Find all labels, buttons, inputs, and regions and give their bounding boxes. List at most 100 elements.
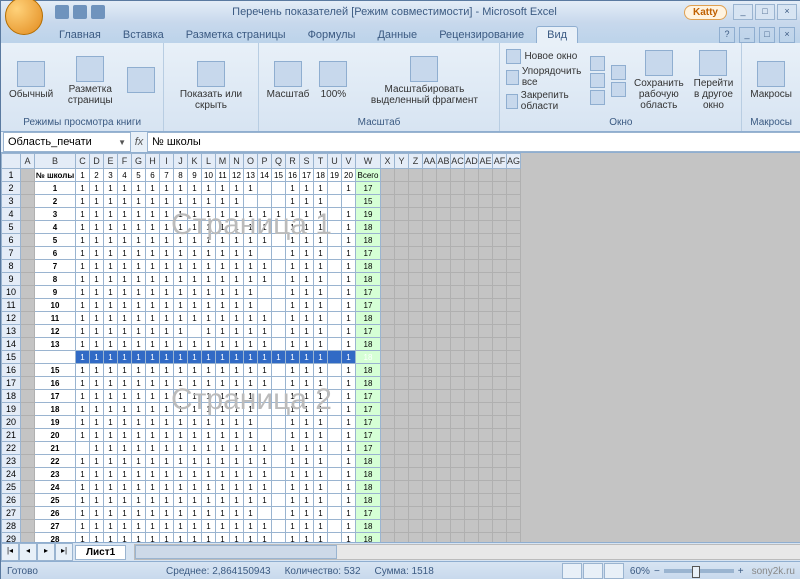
cell[interactable] — [328, 468, 342, 481]
cell[interactable] — [328, 338, 342, 351]
cell[interactable]: 1 — [244, 455, 258, 468]
qat-undo-icon[interactable] — [73, 5, 87, 19]
cell[interactable]: 11 — [35, 312, 76, 325]
cell[interactable]: 1 — [76, 481, 90, 494]
cell[interactable]: 1 — [216, 455, 230, 468]
cell[interactable]: 1 — [174, 377, 188, 390]
cell[interactable]: 1 — [90, 429, 104, 442]
cell[interactable]: 1 — [104, 234, 118, 247]
cell[interactable]: 1 — [118, 260, 132, 273]
cell[interactable]: 1 — [272, 208, 286, 221]
cell[interactable]: 1 — [160, 416, 174, 429]
cell[interactable] — [328, 195, 342, 208]
maximize-button[interactable]: □ — [755, 4, 775, 20]
cell[interactable]: 1 — [286, 390, 300, 403]
view-normal-button[interactable] — [562, 563, 582, 579]
tab-6[interactable]: Вид — [536, 26, 578, 43]
col-header[interactable]: L — [202, 154, 216, 169]
col-header[interactable]: C — [76, 154, 90, 169]
cell[interactable]: 1 — [118, 247, 132, 260]
cell[interactable]: 1 — [216, 260, 230, 273]
cell[interactable]: 1 — [286, 377, 300, 390]
cell[interactable]: 1 — [160, 338, 174, 351]
cell[interactable]: 19 — [35, 416, 76, 429]
row-header[interactable]: 20 — [2, 416, 21, 429]
sync-scroll-button[interactable] — [611, 65, 626, 80]
cell[interactable]: 18 — [356, 273, 381, 286]
cell[interactable]: 1 — [160, 364, 174, 377]
cell[interactable] — [342, 195, 356, 208]
cell[interactable]: 1 — [104, 260, 118, 273]
sheet-tab[interactable]: Лист1 — [75, 545, 126, 560]
cell[interactable]: 1 — [314, 299, 328, 312]
cell[interactable]: 18 — [356, 377, 381, 390]
cell[interactable]: 1 — [146, 182, 160, 195]
cell[interactable]: 1 — [202, 299, 216, 312]
row-header[interactable]: 29 — [2, 533, 21, 543]
cell[interactable]: 1 — [118, 533, 132, 543]
tab-0[interactable]: Главная — [49, 27, 111, 43]
cell[interactable]: 2 — [90, 169, 104, 182]
cell[interactable]: 1 — [286, 520, 300, 533]
cell[interactable]: 17 — [356, 325, 381, 338]
cell[interactable]: 1 — [202, 481, 216, 494]
cell[interactable]: 1 — [314, 221, 328, 234]
row-header[interactable]: 14 — [2, 338, 21, 351]
cell[interactable]: 1 — [146, 195, 160, 208]
cell[interactable]: 1 — [216, 481, 230, 494]
cell[interactable]: 18 — [356, 234, 381, 247]
cell[interactable]: 1 — [160, 481, 174, 494]
cell[interactable]: 1 — [76, 273, 90, 286]
cell[interactable]: 1 — [314, 364, 328, 377]
cell[interactable]: 1 — [244, 442, 258, 455]
row-header[interactable]: 22 — [2, 442, 21, 455]
cell[interactable]: 1 — [244, 390, 258, 403]
cell[interactable]: 1 — [160, 494, 174, 507]
cell[interactable]: 19 — [356, 208, 381, 221]
cell[interactable]: 1 — [76, 377, 90, 390]
cell[interactable]: 1 — [300, 351, 314, 364]
cell[interactable]: 1 — [202, 403, 216, 416]
cell[interactable]: 13 — [244, 169, 258, 182]
cell[interactable]: 1 — [342, 416, 356, 429]
cell[interactable]: 1 — [202, 208, 216, 221]
cell[interactable]: 1 — [90, 182, 104, 195]
cell[interactable]: 1 — [118, 416, 132, 429]
cell[interactable]: 27 — [35, 520, 76, 533]
cell[interactable]: 1 — [90, 325, 104, 338]
cell[interactable]: 1 — [76, 299, 90, 312]
hide-button[interactable] — [590, 73, 605, 88]
cell[interactable]: 1 — [174, 390, 188, 403]
cell[interactable]: 1 — [104, 195, 118, 208]
cell[interactable]: 1 — [174, 520, 188, 533]
cell[interactable]: 4 — [118, 169, 132, 182]
cell[interactable]: 19 — [328, 169, 342, 182]
cell[interactable]: 1 — [146, 429, 160, 442]
cell[interactable]: 1 — [174, 455, 188, 468]
cell[interactable]: 1 — [146, 455, 160, 468]
cell[interactable]: 1 — [160, 468, 174, 481]
col-header[interactable]: F — [118, 154, 132, 169]
cell[interactable]: 1 — [300, 455, 314, 468]
cell[interactable]: 1 — [146, 273, 160, 286]
cell[interactable]: 1 — [314, 494, 328, 507]
cell[interactable] — [272, 494, 286, 507]
cell[interactable]: 1 — [216, 507, 230, 520]
cell[interactable]: 18 — [356, 364, 381, 377]
cell[interactable]: 9 — [188, 169, 202, 182]
cell[interactable]: 1 — [188, 390, 202, 403]
cell[interactable]: 1 — [314, 325, 328, 338]
row-header[interactable]: 11 — [2, 299, 21, 312]
cell[interactable]: 1 — [118, 364, 132, 377]
cell[interactable]: 1 — [314, 507, 328, 520]
cell[interactable]: 1 — [314, 234, 328, 247]
cell[interactable]: 1 — [146, 260, 160, 273]
cell[interactable]: 1 — [202, 312, 216, 325]
fx-button[interactable]: fx — [131, 136, 147, 148]
cell[interactable]: 1 — [174, 273, 188, 286]
cell[interactable]: 1 — [230, 468, 244, 481]
zoom-in-button[interactable]: + — [738, 566, 744, 577]
cell[interactable]: 1 — [188, 364, 202, 377]
cell[interactable]: 1 — [286, 416, 300, 429]
cell[interactable]: 13 — [35, 338, 76, 351]
